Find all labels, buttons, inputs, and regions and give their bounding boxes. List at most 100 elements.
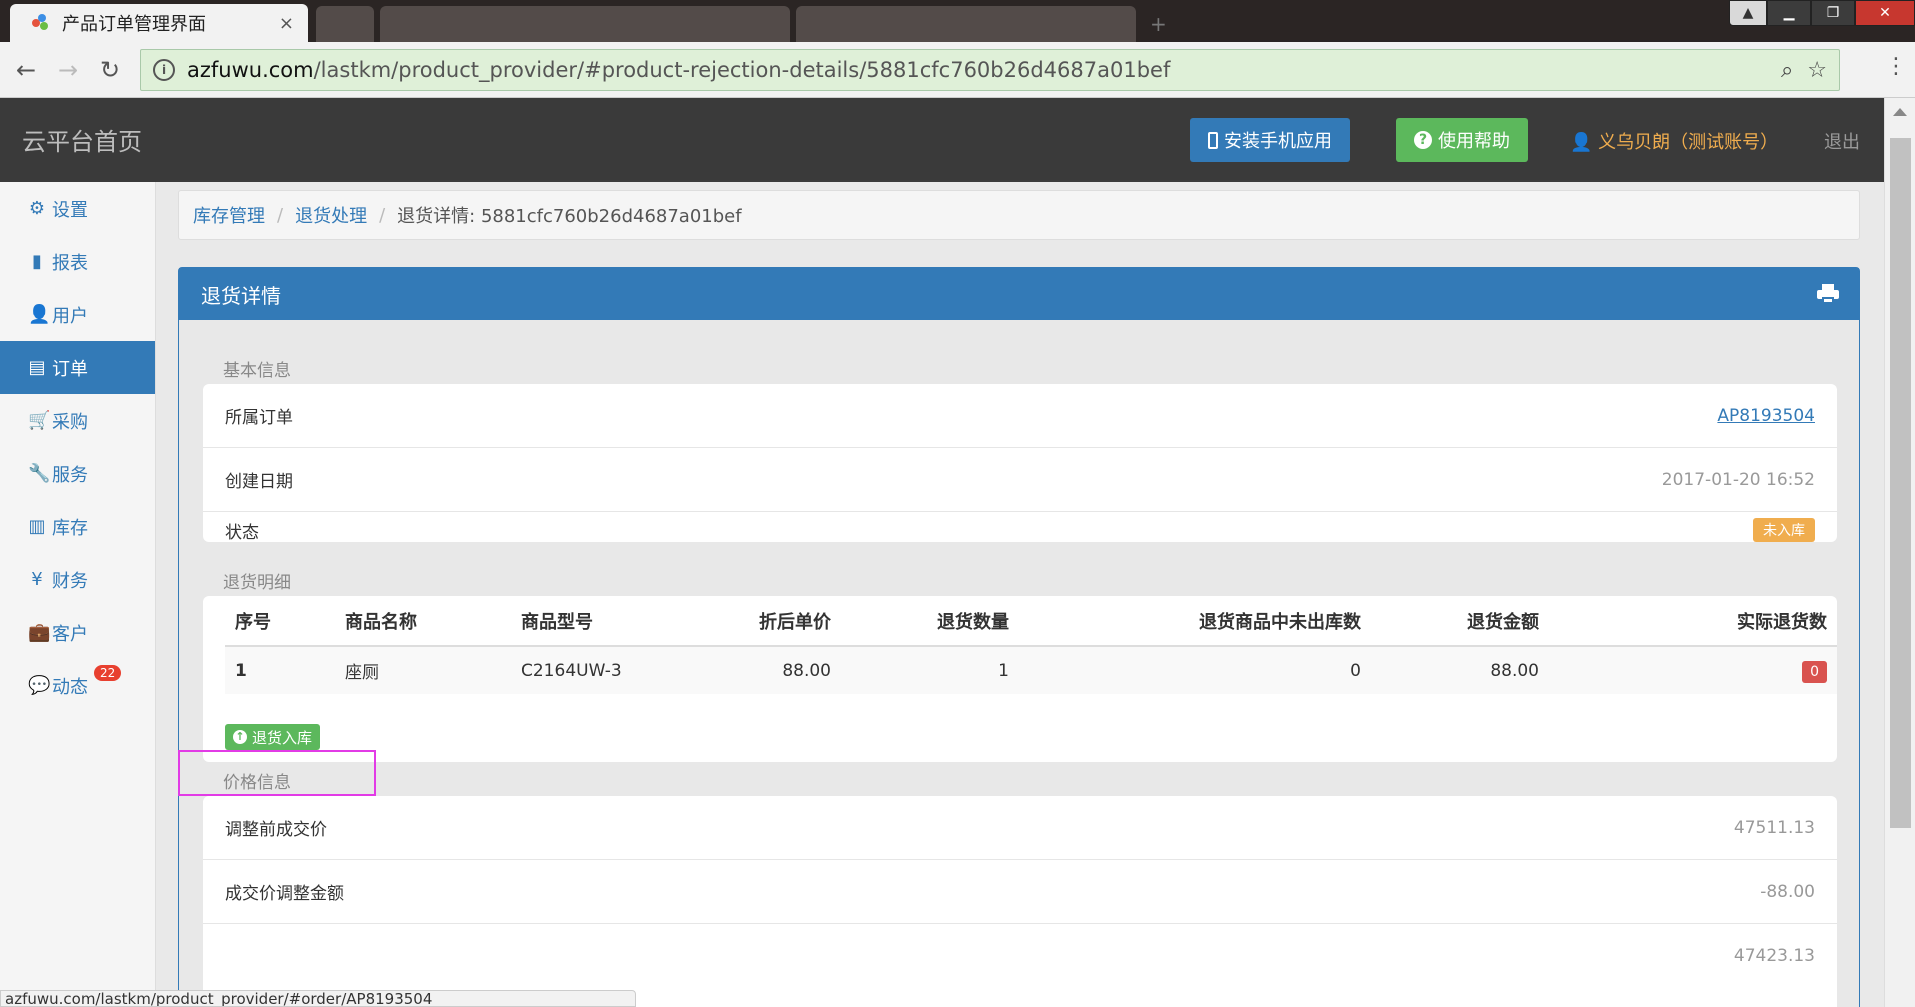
scrollbar-thumb[interactable] bbox=[1890, 138, 1911, 828]
sidebar-item-label: 订单 bbox=[52, 358, 88, 380]
info-row-price-adjust: 成交价调整金额 -88.00 bbox=[203, 860, 1837, 924]
user-icon: 👤 bbox=[1570, 132, 1593, 153]
gear-icon: ⚙ bbox=[28, 198, 46, 219]
sidebar-item-activity[interactable]: 💬 动态 22 bbox=[0, 659, 155, 712]
sidebar-item-label: 动态 bbox=[52, 676, 88, 698]
install-app-label: 安装手机应用 bbox=[1224, 131, 1332, 152]
basic-info-title: 基本信息 bbox=[223, 361, 291, 381]
breadcrumb-inventory-link[interactable]: 库存管理 bbox=[193, 202, 265, 228]
panel-heading: 退货详情 bbox=[179, 268, 1859, 320]
actual-return-badge: 0 bbox=[1802, 660, 1827, 683]
sidebar-item-orders[interactable]: ▤ 订单 bbox=[0, 341, 155, 394]
breadcrumb-returns-link[interactable]: 退货处理 bbox=[295, 202, 367, 228]
return-details-card: 序号 商品名称 商品型号 折后单价 退货数量 退货商品中未出库数 退货金额 实际… bbox=[203, 596, 1837, 762]
column-header: 退货商品中未出库数 bbox=[1019, 596, 1371, 647]
user-name: 义乌贝朗（测试账号） bbox=[1598, 132, 1779, 153]
cell-actual-return: 0 bbox=[1549, 646, 1837, 694]
scroll-up-arrow-icon[interactable] bbox=[1893, 108, 1907, 116]
address-bar[interactable]: i azfuwu.com/lastkm/product_provider/#pr… bbox=[140, 49, 1840, 91]
info-row-price-before: 调整前成交价 47511.13 bbox=[203, 796, 1837, 860]
sidebar-item-reports[interactable]: ▮ 报表 bbox=[0, 235, 155, 288]
return-details-title: 退货明细 bbox=[223, 573, 291, 593]
info-row-order: 所属订单 AP8193504 bbox=[203, 384, 1837, 448]
sidebar-item-purchasing[interactable]: 🛒 采购 bbox=[0, 394, 155, 447]
sidebar-item-label: 财务 bbox=[52, 570, 88, 592]
sidebar-item-customers[interactable]: 💼 客户 bbox=[0, 606, 155, 659]
notification-count-badge: 22 bbox=[94, 665, 122, 681]
basic-info-card: 所属订单 AP8193504 创建日期 2017-01-20 16:52 状态 … bbox=[203, 384, 1837, 543]
bookmark-star-icon[interactable]: ☆ bbox=[1807, 58, 1827, 83]
sidebar-item-label: 服务 bbox=[52, 464, 88, 486]
sidebar-item-finance[interactable]: ¥ 财务 bbox=[0, 553, 155, 606]
status-label: 状态 bbox=[225, 522, 259, 543]
wrench-icon: 🔧 bbox=[28, 463, 51, 484]
browser-tab-bar: 产品订单管理界面 × + ▲ ▁ ❐ ✕ bbox=[0, 0, 1915, 42]
help-button[interactable]: ? 使用帮助 bbox=[1396, 118, 1528, 162]
browser-menu-icon[interactable]: ⋮ bbox=[1885, 54, 1907, 79]
forward-icon[interactable]: → bbox=[50, 52, 86, 88]
cell-index: 1 bbox=[225, 646, 335, 694]
new-tab-icon[interactable]: + bbox=[1150, 12, 1172, 36]
list-icon: ▤ bbox=[28, 357, 46, 378]
install-app-button[interactable]: 安装手机应用 bbox=[1190, 118, 1350, 162]
reload-icon[interactable]: ↻ bbox=[92, 52, 128, 88]
logout-link[interactable]: 退出 bbox=[1824, 128, 1860, 154]
maximize-icon[interactable]: ❐ bbox=[1811, 0, 1855, 26]
comment-icon: 💬 bbox=[28, 675, 51, 696]
profile-icon[interactable]: ▲ bbox=[1729, 0, 1767, 26]
user-account-link[interactable]: 👤 义乌贝朗（测试账号） bbox=[1570, 128, 1778, 154]
order-link[interactable]: AP8193504 bbox=[1717, 406, 1815, 426]
brand-home-link[interactable]: 云平台首页 bbox=[22, 122, 142, 157]
arrow-up-circle-icon: ↑ bbox=[233, 730, 247, 744]
info-row-status: 状态 未入库 bbox=[203, 512, 1837, 543]
browser-toolbar: ← → ↻ i azfuwu.com/lastkm/product_provid… bbox=[0, 42, 1915, 98]
sidebar-item-label: 库存 bbox=[52, 517, 88, 539]
minimize-icon[interactable]: ▁ bbox=[1767, 0, 1811, 26]
sidebar-item-label: 客户 bbox=[52, 623, 88, 645]
tab-close-icon[interactable]: × bbox=[279, 13, 294, 34]
sidebar-item-users[interactable]: 👤 用户 bbox=[0, 288, 155, 341]
tab-title: 产品订单管理界面 bbox=[62, 14, 206, 35]
sidebar-item-inventory[interactable]: ▥ 库存 bbox=[0, 500, 155, 553]
restock-return-button[interactable]: ↑ 退货入库 bbox=[225, 724, 321, 750]
address-url[interactable]: azfuwu.com/lastkm/product_provider/#prod… bbox=[187, 58, 1767, 82]
date-value: 2017-01-20 16:52 bbox=[1661, 469, 1815, 490]
highlight-annotation bbox=[178, 750, 376, 796]
cart-icon: 🛒 bbox=[28, 410, 51, 431]
column-header: 序号 bbox=[225, 596, 335, 647]
site-info-icon[interactable]: i bbox=[153, 59, 175, 81]
price-adjust-value: -88.00 bbox=[1760, 881, 1815, 902]
browser-tab-active[interactable]: 产品订单管理界面 × bbox=[10, 4, 308, 42]
barcode-icon: ▥ bbox=[28, 516, 46, 537]
print-icon[interactable] bbox=[1817, 284, 1839, 304]
cell-unit-price: 88.00 bbox=[691, 646, 841, 694]
sidebar-item-service[interactable]: 🔧 服务 bbox=[0, 447, 155, 500]
breadcrumb-separator: / bbox=[277, 204, 284, 226]
breadcrumb: 库存管理 / 退货处理 / 退货详情: 5881cfc760b26d4687a0… bbox=[178, 190, 1860, 240]
window-close-icon[interactable]: ✕ bbox=[1855, 0, 1915, 26]
question-circle-icon: ? bbox=[1414, 131, 1432, 149]
sidebar-item-label: 用户 bbox=[52, 305, 88, 327]
browser-tab-inactive[interactable] bbox=[380, 6, 790, 42]
browser-tab-inactive[interactable] bbox=[796, 6, 1136, 42]
date-label: 创建日期 bbox=[225, 472, 293, 492]
site-favicon-icon bbox=[32, 14, 50, 32]
order-label: 所属订单 bbox=[225, 408, 293, 428]
table-header-row: 序号 商品名称 商品型号 折后单价 退货数量 退货商品中未出库数 退货金额 实际… bbox=[225, 596, 1837, 647]
zoom-icon[interactable]: ⌕ bbox=[1781, 58, 1793, 83]
breadcrumb-current: 退货详情: 5881cfc760b26d4687a01bef bbox=[397, 206, 742, 227]
price-before-label: 调整前成交价 bbox=[225, 820, 327, 840]
back-icon[interactable]: ← bbox=[8, 52, 44, 88]
table-row: 1 座厕 C2164UW-3 88.00 1 0 88.00 0 bbox=[225, 646, 1837, 694]
info-row-date: 创建日期 2017-01-20 16:52 bbox=[203, 448, 1837, 512]
breadcrumb-separator: / bbox=[379, 204, 386, 226]
browser-tab-inactive[interactable] bbox=[316, 6, 374, 42]
sidebar-item-settings[interactable]: ⚙ 设置 bbox=[0, 182, 155, 235]
window-controls: ▲ ▁ ❐ ✕ bbox=[1729, 0, 1915, 26]
column-header: 商品型号 bbox=[511, 596, 691, 647]
page-scrollbar[interactable] bbox=[1884, 98, 1915, 1007]
sidebar-item-label: 采购 bbox=[52, 411, 88, 433]
mobile-phone-icon bbox=[1208, 131, 1218, 149]
user-icon: 👤 bbox=[28, 304, 51, 325]
column-header: 退货数量 bbox=[841, 596, 1019, 647]
